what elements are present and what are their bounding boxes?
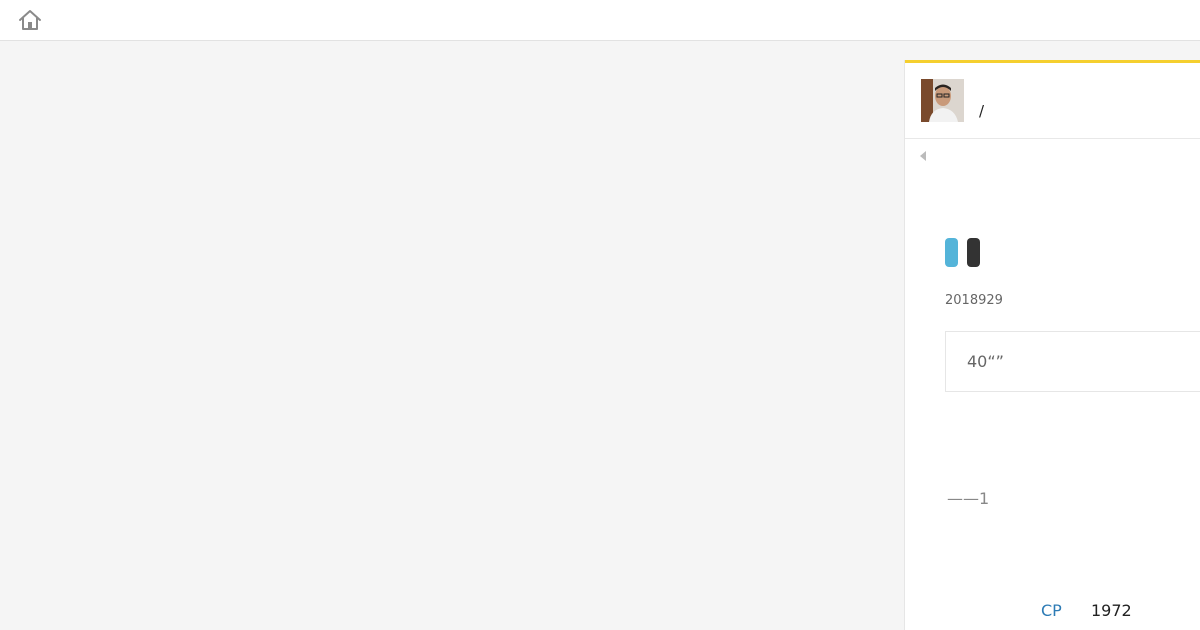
author-row: / bbox=[905, 63, 1200, 139]
summary-box: 40“” bbox=[945, 331, 1200, 392]
tag-badge-dark[interactable] bbox=[967, 238, 981, 267]
article-panel: / 2018929 40“” ——1 CP 1972 bbox=[904, 60, 1200, 630]
avatar[interactable] bbox=[921, 79, 964, 122]
home-icon bbox=[19, 10, 41, 30]
author-separator: / bbox=[979, 102, 985, 120]
tag-badge-blue[interactable] bbox=[945, 238, 958, 267]
footer-link[interactable]: CP bbox=[1041, 601, 1062, 620]
back-arrow-icon[interactable] bbox=[920, 151, 926, 161]
publish-date: 2018929 bbox=[945, 293, 1003, 308]
summary-text: 40“” bbox=[967, 352, 1004, 371]
footer-year: 1972 bbox=[1091, 601, 1132, 620]
author-signature: ——1 bbox=[947, 489, 990, 508]
top-bar bbox=[0, 0, 1200, 41]
avatar-image bbox=[921, 79, 964, 122]
home-button[interactable] bbox=[17, 8, 43, 32]
tag-row bbox=[945, 238, 984, 267]
